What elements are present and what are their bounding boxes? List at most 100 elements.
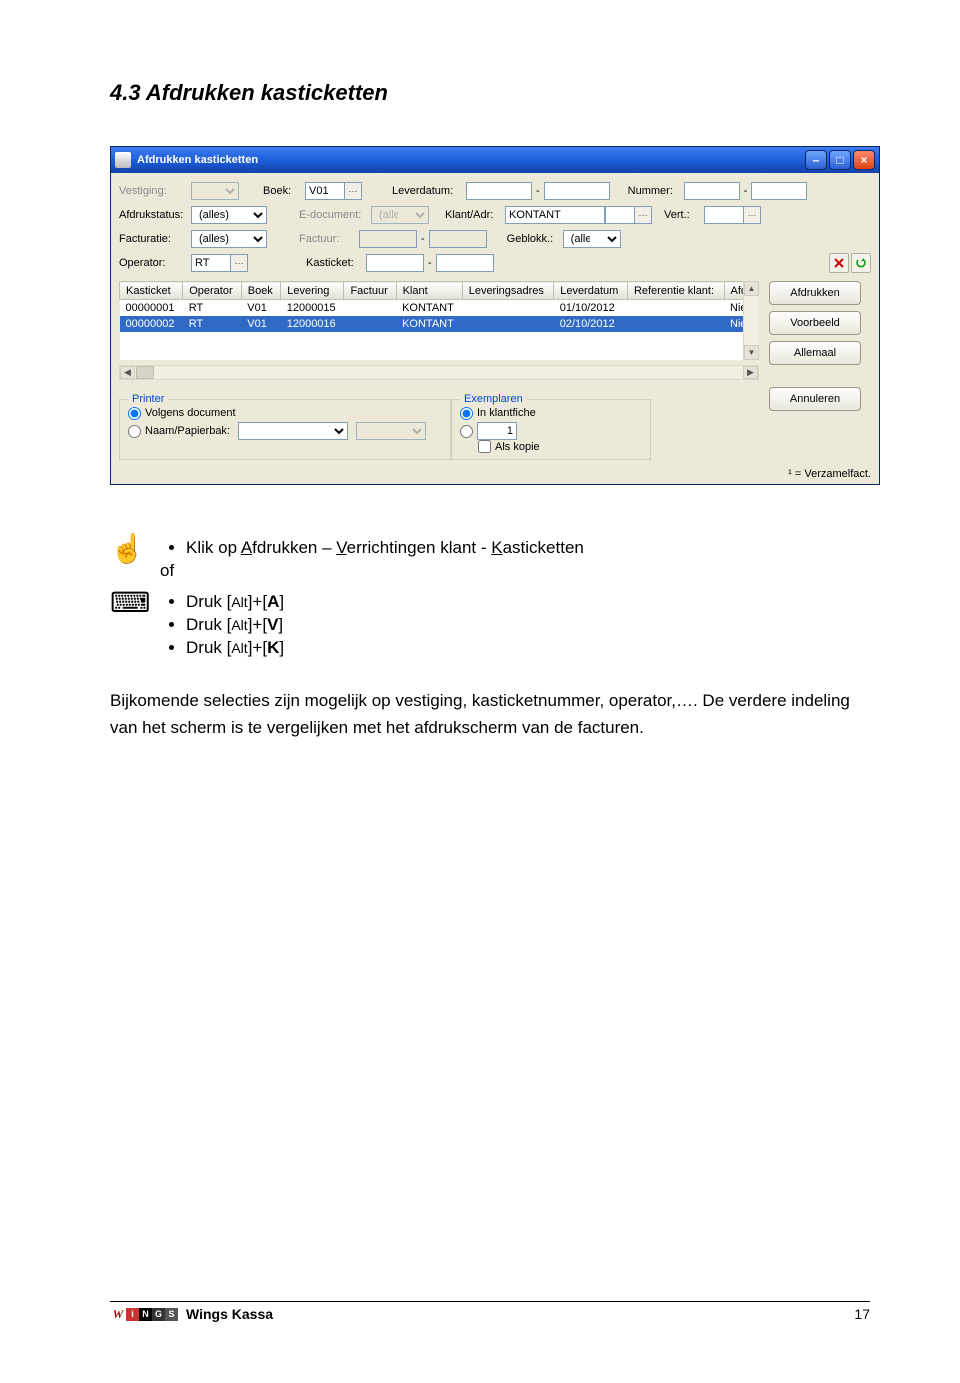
label-geblokk: Geblokk.: <box>507 233 563 245</box>
nummer-to[interactable] <box>751 182 807 200</box>
kb-step-3: Druk [Alt]+[K] <box>186 638 284 658</box>
section-heading: 4.3 Afdrukken kasticketten <box>110 80 870 106</box>
naam-papierbak-radio[interactable]: Naam/Papierbak: <box>128 422 442 440</box>
kb-step-1: Druk [Alt]+[A] <box>186 592 284 612</box>
kb-step-2: Druk [Alt]+[V] <box>186 615 284 635</box>
label-nummer: Nummer: <box>628 185 684 197</box>
table-row-selected[interactable]: 00000002 RT V01 12000016 KONTANT 02/10/2… <box>120 316 759 332</box>
mouse-icon: ☝ <box>110 535 145 563</box>
page-number: 17 <box>854 1306 870 1322</box>
col-klant[interactable]: Klant <box>396 282 462 300</box>
volgens-document-radio[interactable]: Volgens document <box>128 404 442 422</box>
operator-lookup-button[interactable]: ··· <box>230 254 248 272</box>
operator-input[interactable] <box>191 254 231 272</box>
table-row-empty <box>120 332 759 360</box>
boek-input[interactable] <box>305 182 345 200</box>
dash4: - <box>424 257 436 269</box>
inklantfiche-radio[interactable]: In klantfiche <box>460 404 642 422</box>
afdrukstatus-select[interactable]: (alles) <box>191 206 267 224</box>
dash2: - <box>740 185 752 197</box>
papierbak-select <box>356 422 426 440</box>
vert-input[interactable] <box>704 206 744 224</box>
scroll-up-button[interactable]: ▲ <box>744 281 759 296</box>
kasticket-from[interactable] <box>366 254 424 272</box>
exemplaren-group: Exemplaren In klantfiche Als kopie <box>451 399 651 460</box>
scroll-left-button[interactable]: ◀ <box>120 366 135 379</box>
minimize-button[interactable]: – <box>805 150 827 170</box>
footer-title: Wings Kassa <box>186 1306 854 1322</box>
afdrukken-button[interactable]: Afdrukken <box>769 281 861 305</box>
page-footer: WiNGS Wings Kassa 17 <box>110 1301 870 1322</box>
facturatie-select[interactable]: (alles) <box>191 230 267 248</box>
keyboard-instruction: ⌨ Druk [Alt]+[A] Druk [Alt]+[V] Druk [Al… <box>110 589 870 661</box>
adr-input[interactable] <box>605 206 635 224</box>
dash3: - <box>417 233 429 245</box>
klantadr-input[interactable] <box>505 206 605 224</box>
col-leveringsadres[interactable]: Leveringsadres <box>462 282 554 300</box>
printer-legend: Printer <box>128 393 168 405</box>
app-icon <box>115 152 131 168</box>
refresh-icon <box>855 257 867 269</box>
annuleren-button[interactable]: Annuleren <box>769 387 861 411</box>
label-klantadr: Klant/Adr: <box>445 209 505 221</box>
allemaal-button[interactable]: Allemaal <box>769 341 861 365</box>
label-kasticket: Kasticket: <box>306 257 366 269</box>
col-kasticket[interactable]: Kasticket <box>120 282 183 300</box>
label-factuur: Factuur: <box>299 233 359 245</box>
geblokk-select[interactable]: (alles) <box>563 230 621 248</box>
label-afdrukstatus: Afdrukstatus: <box>119 209 191 221</box>
mouse-instruction: ☝ Klik op Afdrukken – Verrichtingen klan… <box>110 535 870 581</box>
factuur-to <box>429 230 487 248</box>
footnote: ¹ = Verzamelfact. <box>111 466 879 484</box>
factuur-from <box>359 230 417 248</box>
klantadr-lookup-button[interactable]: ··· <box>634 206 652 224</box>
col-levering[interactable]: Levering <box>281 282 344 300</box>
boek-lookup-button[interactable]: ··· <box>344 182 362 200</box>
col-operator[interactable]: Operator <box>183 282 242 300</box>
vestiging-select <box>191 182 239 200</box>
leverdatum-to[interactable] <box>544 182 610 200</box>
voorbeeld-button[interactable]: Voorbeeld <box>769 311 861 335</box>
horizontal-scrollbar[interactable]: ◀ ▶ <box>119 365 759 380</box>
filter-form: Vestiging: Boek: ··· Leverdatum: - Numme… <box>111 173 879 277</box>
col-refklant[interactable]: Referentie klant: <box>627 282 724 300</box>
label-operator: Operator: <box>119 257 191 269</box>
vertical-scrollbar[interactable]: ▲ ▼ <box>743 281 759 360</box>
label-facturatie: Facturatie: <box>119 233 191 245</box>
label-edoc: E-document: <box>299 209 371 221</box>
scroll-down-button[interactable]: ▼ <box>744 345 759 360</box>
printer-group: Printer Volgens document Naam/Papierbak: <box>119 399 451 460</box>
vert-lookup-button[interactable]: ··· <box>743 206 761 224</box>
titlebar: Afdrukken kasticketten – □ × <box>111 147 879 173</box>
data-table: Kasticket Operator Boek Levering Factuur… <box>119 281 759 360</box>
printer-select[interactable] <box>238 422 348 440</box>
delete-filter-button[interactable] <box>829 253 849 273</box>
count-radio[interactable] <box>460 422 642 440</box>
window-title: Afdrukken kasticketten <box>137 154 803 166</box>
exemplaren-legend: Exemplaren <box>460 393 527 405</box>
mouse-step: Klik op Afdrukken – Verrichtingen klant … <box>186 538 584 558</box>
label-vert: Vert.: <box>664 209 704 221</box>
alskopie-checkbox[interactable]: Als kopie <box>478 440 642 453</box>
label-leverdatum: Leverdatum: <box>392 185 466 197</box>
kasticket-to[interactable] <box>436 254 494 272</box>
table-row[interactable]: 00000001 RT V01 12000015 KONTANT 01/10/2… <box>120 300 759 317</box>
close-button[interactable]: × <box>853 150 875 170</box>
label-boek: Boek: <box>263 185 305 197</box>
refresh-button[interactable] <box>851 253 871 273</box>
edoc-select: (alles) <box>371 206 429 224</box>
leverdatum-from[interactable] <box>466 182 532 200</box>
dash1: - <box>532 185 544 197</box>
wings-logo: WiNGS <box>110 1308 178 1321</box>
scroll-thumb[interactable] <box>136 366 154 379</box>
scroll-right-button[interactable]: ▶ <box>743 366 758 379</box>
dialog-window: Afdrukken kasticketten – □ × Vestiging: … <box>110 146 880 485</box>
body-paragraph: Bijkomende selecties zijn mogelijk op ve… <box>110 687 870 741</box>
col-factuur[interactable]: Factuur <box>344 282 396 300</box>
maximize-button[interactable]: □ <box>829 150 851 170</box>
col-boek[interactable]: Boek <box>241 282 280 300</box>
col-leverdatum[interactable]: Leverdatum <box>554 282 628 300</box>
nummer-from[interactable] <box>684 182 740 200</box>
data-table-box: Kasticket Operator Boek Levering Factuur… <box>119 281 759 360</box>
copies-input[interactable] <box>477 422 517 440</box>
